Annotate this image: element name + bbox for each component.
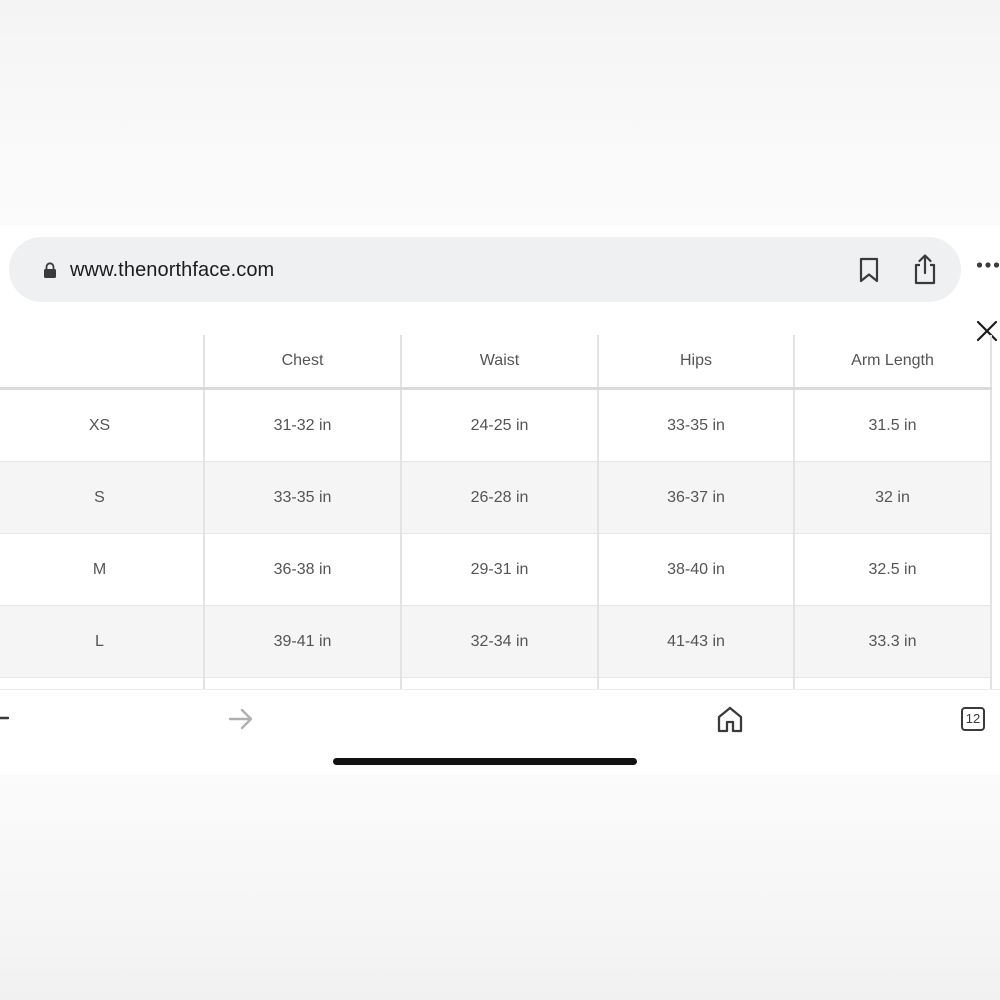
column-header-arm-length: Arm Length xyxy=(793,335,992,390)
home-indicator[interactable] xyxy=(333,758,637,765)
bottom-toolbar: 12 xyxy=(0,689,1000,775)
share-icon[interactable] xyxy=(912,253,938,285)
table-row: XS 31-32 in 24-25 in 33-35 in 31.5 in xyxy=(0,388,992,462)
column-header-waist: Waist xyxy=(400,335,598,390)
more-icon[interactable] xyxy=(976,261,1000,269)
lock-icon xyxy=(44,262,56,278)
waist-cell: 29-31 in xyxy=(400,533,598,606)
home-icon[interactable] xyxy=(716,705,744,733)
hips-cell: 38-40 in xyxy=(597,533,794,606)
chest-cell: 39-41 in xyxy=(203,605,401,678)
tabs-button[interactable]: 12 xyxy=(961,707,985,731)
size-cell: L xyxy=(0,605,204,678)
table-row: L 39-41 in 32-34 in 41-43 in 33.3 in xyxy=(0,605,992,678)
mobile-browser-window: www.thenorthface.com Chest Waist Hips Ar… xyxy=(0,225,1000,775)
forward-arrow-icon[interactable] xyxy=(228,708,254,730)
arm-length-cell: 32.5 in xyxy=(793,533,992,606)
column-header-hips: Hips xyxy=(597,335,794,390)
arm-length-cell: 33.3 in xyxy=(793,605,992,678)
size-chart-table: Chest Waist Hips Arm Length XS 31-32 in … xyxy=(0,335,992,692)
screenshot-stage: www.thenorthface.com Chest Waist Hips Ar… xyxy=(0,0,1000,1000)
table-row: M 36-38 in 29-31 in 38-40 in 32.5 in xyxy=(0,533,992,606)
hips-cell: 36-37 in xyxy=(597,461,794,534)
back-arrow-icon[interactable] xyxy=(0,708,10,728)
column-header-chest: Chest xyxy=(203,335,401,390)
tab-count: 12 xyxy=(965,711,981,726)
chest-cell: 31-32 in xyxy=(203,388,401,462)
column-header-size xyxy=(0,335,204,390)
size-cell: M xyxy=(0,533,204,606)
address-bar[interactable]: www.thenorthface.com xyxy=(9,237,961,302)
arm-length-cell: 31.5 in xyxy=(793,388,992,462)
table-header-row: Chest Waist Hips Arm Length xyxy=(0,335,992,390)
waist-cell: 26-28 in xyxy=(400,461,598,534)
size-cell: XS xyxy=(0,388,204,462)
bookmark-icon[interactable] xyxy=(857,257,881,283)
waist-cell: 24-25 in xyxy=(400,388,598,462)
waist-cell: 32-34 in xyxy=(400,605,598,678)
arm-length-cell: 32 in xyxy=(793,461,992,534)
chest-cell: 36-38 in xyxy=(203,533,401,606)
table-row: S 33-35 in 26-28 in 36-37 in 32 in xyxy=(0,461,992,534)
hips-cell: 33-35 in xyxy=(597,388,794,462)
chest-cell: 33-35 in xyxy=(203,461,401,534)
hips-cell: 41-43 in xyxy=(597,605,794,678)
url-text[interactable]: www.thenorthface.com xyxy=(70,257,274,283)
blurred-background-bottom xyxy=(0,775,1000,1000)
size-cell: S xyxy=(0,461,204,534)
blurred-background-top xyxy=(0,0,1000,225)
